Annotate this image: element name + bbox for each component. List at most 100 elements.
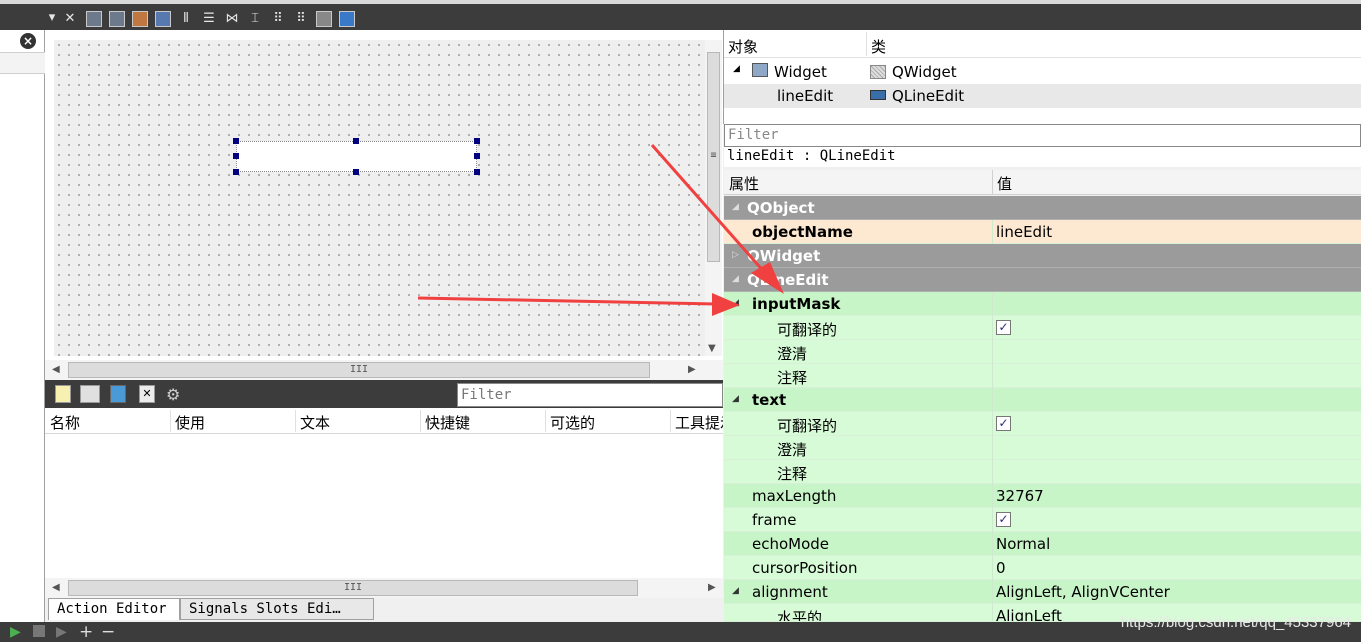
translatable-checkbox[interactable]: ✓: [996, 320, 1011, 335]
property-table-header: [724, 170, 1361, 195]
watermark: https://blog.csdn.net/qq_45337964: [1120, 614, 1351, 631]
expand-arrow-icon[interactable]: ▷: [732, 250, 739, 260]
column-header[interactable]: 名称: [50, 412, 80, 433]
resize-handle[interactable]: [474, 138, 480, 144]
scroll-left-icon[interactable]: ◀: [52, 364, 60, 375]
scrollbar-thumb[interactable]: III: [68, 580, 638, 596]
property-row-alignment[interactable]: ◢ alignment AlignLeft, AlignVCenter: [724, 580, 1361, 604]
expand-arrow-icon[interactable]: ◢: [733, 64, 740, 74]
form-canvas[interactable]: [54, 40, 705, 356]
delete-action-icon[interactable]: ✕: [139, 385, 155, 403]
resize-handle[interactable]: [353, 138, 359, 144]
property-value[interactable]: AlignLeft: [996, 607, 1062, 621]
resize-handle[interactable]: [233, 153, 239, 159]
tab-action-editor[interactable]: Action Editor: [48, 598, 180, 620]
plus-icon[interactable]: +: [79, 622, 93, 642]
property-row-frame[interactable]: frame ✓: [724, 508, 1361, 532]
step-icon[interactable]: ▶: [56, 624, 67, 640]
action-filter-input[interactable]: Filter: [457, 383, 723, 407]
collapse-arrow-icon[interactable]: ◢: [732, 274, 739, 284]
edit-signals-icon[interactable]: [132, 11, 148, 27]
break-layout-icon[interactable]: [316, 11, 332, 27]
resize-handle[interactable]: [233, 138, 239, 144]
tab-signals-slots-editor[interactable]: Signals Slots Edi…: [180, 598, 374, 620]
bring-to-front-icon[interactable]: [109, 11, 125, 27]
object-row-widget[interactable]: ◢ Widget QWidget: [724, 60, 1361, 84]
column-header[interactable]: 类: [871, 36, 886, 57]
property-row-objectname[interactable]: objectName lineEdit: [724, 220, 1361, 244]
property-value[interactable]: lineEdit: [996, 223, 1052, 241]
new-action-icon[interactable]: [55, 385, 71, 403]
category-qwidget[interactable]: ▷ QWidget: [724, 244, 1361, 268]
qwidget-class-icon: [870, 65, 886, 79]
property-row-translatable[interactable]: 可翻译的 ✓: [724, 316, 1361, 340]
collapse-arrow-icon[interactable]: ◢: [732, 298, 739, 308]
configure-icon[interactable]: ⚙: [166, 385, 182, 404]
close-icon[interactable]: ×: [20, 33, 36, 49]
column-header[interactable]: 使用: [175, 412, 205, 433]
scrollbar-thumb[interactable]: III: [68, 362, 650, 378]
property-row-echomode[interactable]: echoMode Normal: [724, 532, 1361, 556]
send-to-back-icon[interactable]: [86, 11, 102, 27]
edit-buddies-icon[interactable]: [155, 11, 171, 27]
category-qlineedit[interactable]: ◢ QLineEdit: [724, 268, 1361, 292]
column-header[interactable]: 工具提示: [675, 412, 723, 433]
adjust-size-icon[interactable]: [339, 11, 355, 27]
layout-horizontal-icon[interactable]: ⫴: [178, 11, 194, 27]
column-header[interactable]: 值: [997, 173, 1012, 194]
property-value[interactable]: 32767: [996, 487, 1044, 505]
layout-splitter-v-icon[interactable]: ⌶: [247, 11, 263, 27]
resize-handle[interactable]: [474, 169, 480, 175]
property-row-inputmask[interactable]: ◢ inputMask: [724, 292, 1361, 316]
column-header[interactable]: 文本: [300, 412, 330, 433]
property-row-text[interactable]: ◢ text: [724, 388, 1361, 412]
collapse-arrow-icon[interactable]: ◢: [732, 394, 739, 404]
designer-toolbar: ▾ ✕ ⫴ ☰ ⋈ ⌶ ⠿ ⠿: [0, 0, 1361, 30]
dropdown-arrow-icon[interactable]: ▾: [44, 10, 60, 26]
line-edit-widget[interactable]: [236, 141, 477, 172]
copy-action-icon[interactable]: [80, 385, 100, 403]
category-qobject[interactable]: ◢ QObject: [724, 196, 1361, 220]
property-row-comment[interactable]: 注释: [724, 460, 1361, 484]
property-row-disambiguation[interactable]: 澄清: [724, 340, 1361, 364]
column-header[interactable]: 可选的: [550, 412, 595, 433]
layout-vertical-icon[interactable]: ☰: [201, 11, 217, 27]
stop-icon[interactable]: [33, 625, 45, 637]
collapse-arrow-icon[interactable]: ◢: [732, 202, 739, 212]
run-icon[interactable]: ▶: [10, 624, 21, 640]
paste-action-icon[interactable]: [110, 385, 126, 403]
resize-handle[interactable]: [233, 169, 239, 175]
column-header[interactable]: 快捷键: [425, 412, 470, 433]
scroll-right-icon[interactable]: ▶: [688, 364, 696, 375]
layout-splitter-h-icon[interactable]: ⋈: [224, 11, 240, 27]
resize-handle[interactable]: [353, 169, 359, 175]
translatable-checkbox[interactable]: ✓: [996, 416, 1011, 431]
object-row-lineedit[interactable]: lineEdit QLineEdit: [724, 84, 1361, 108]
layout-form-icon[interactable]: ⠿: [270, 11, 286, 27]
frame-checkbox[interactable]: ✓: [996, 512, 1011, 527]
resize-handle[interactable]: [474, 153, 480, 159]
property-row-maxlength[interactable]: maxLength 32767: [724, 484, 1361, 508]
property-value[interactable]: Normal: [996, 535, 1050, 553]
property-value[interactable]: 0: [996, 559, 1006, 577]
collapse-arrow-icon[interactable]: ◢: [732, 586, 739, 596]
action-table-header: [45, 408, 723, 434]
property-row-comment[interactable]: 注释: [724, 364, 1361, 388]
object-inspector-header: [724, 32, 1361, 58]
widget-box-strip: [0, 30, 45, 622]
property-row-cursorposition[interactable]: cursorPosition 0: [724, 556, 1361, 580]
property-row-translatable[interactable]: 可翻译的 ✓: [724, 412, 1361, 436]
property-row-disambiguation[interactable]: 澄清: [724, 436, 1361, 460]
scroll-down-icon[interactable]: ▼: [708, 343, 716, 354]
minus-icon[interactable]: −: [101, 622, 115, 642]
scrollbar-thumb[interactable]: ≡: [707, 52, 720, 262]
close-icon[interactable]: ✕: [62, 11, 78, 27]
layout-grid-icon[interactable]: ⠿: [293, 11, 309, 27]
property-filter-input[interactable]: Filter: [724, 124, 1361, 147]
column-header[interactable]: 属性: [729, 173, 759, 194]
property-value[interactable]: AlignLeft, AlignVCenter: [996, 583, 1170, 601]
scroll-left-icon[interactable]: ◀: [52, 582, 60, 593]
column-header[interactable]: 对象: [728, 36, 758, 57]
action-table-body[interactable]: [45, 434, 723, 578]
scroll-right-icon[interactable]: ▶: [708, 582, 716, 593]
